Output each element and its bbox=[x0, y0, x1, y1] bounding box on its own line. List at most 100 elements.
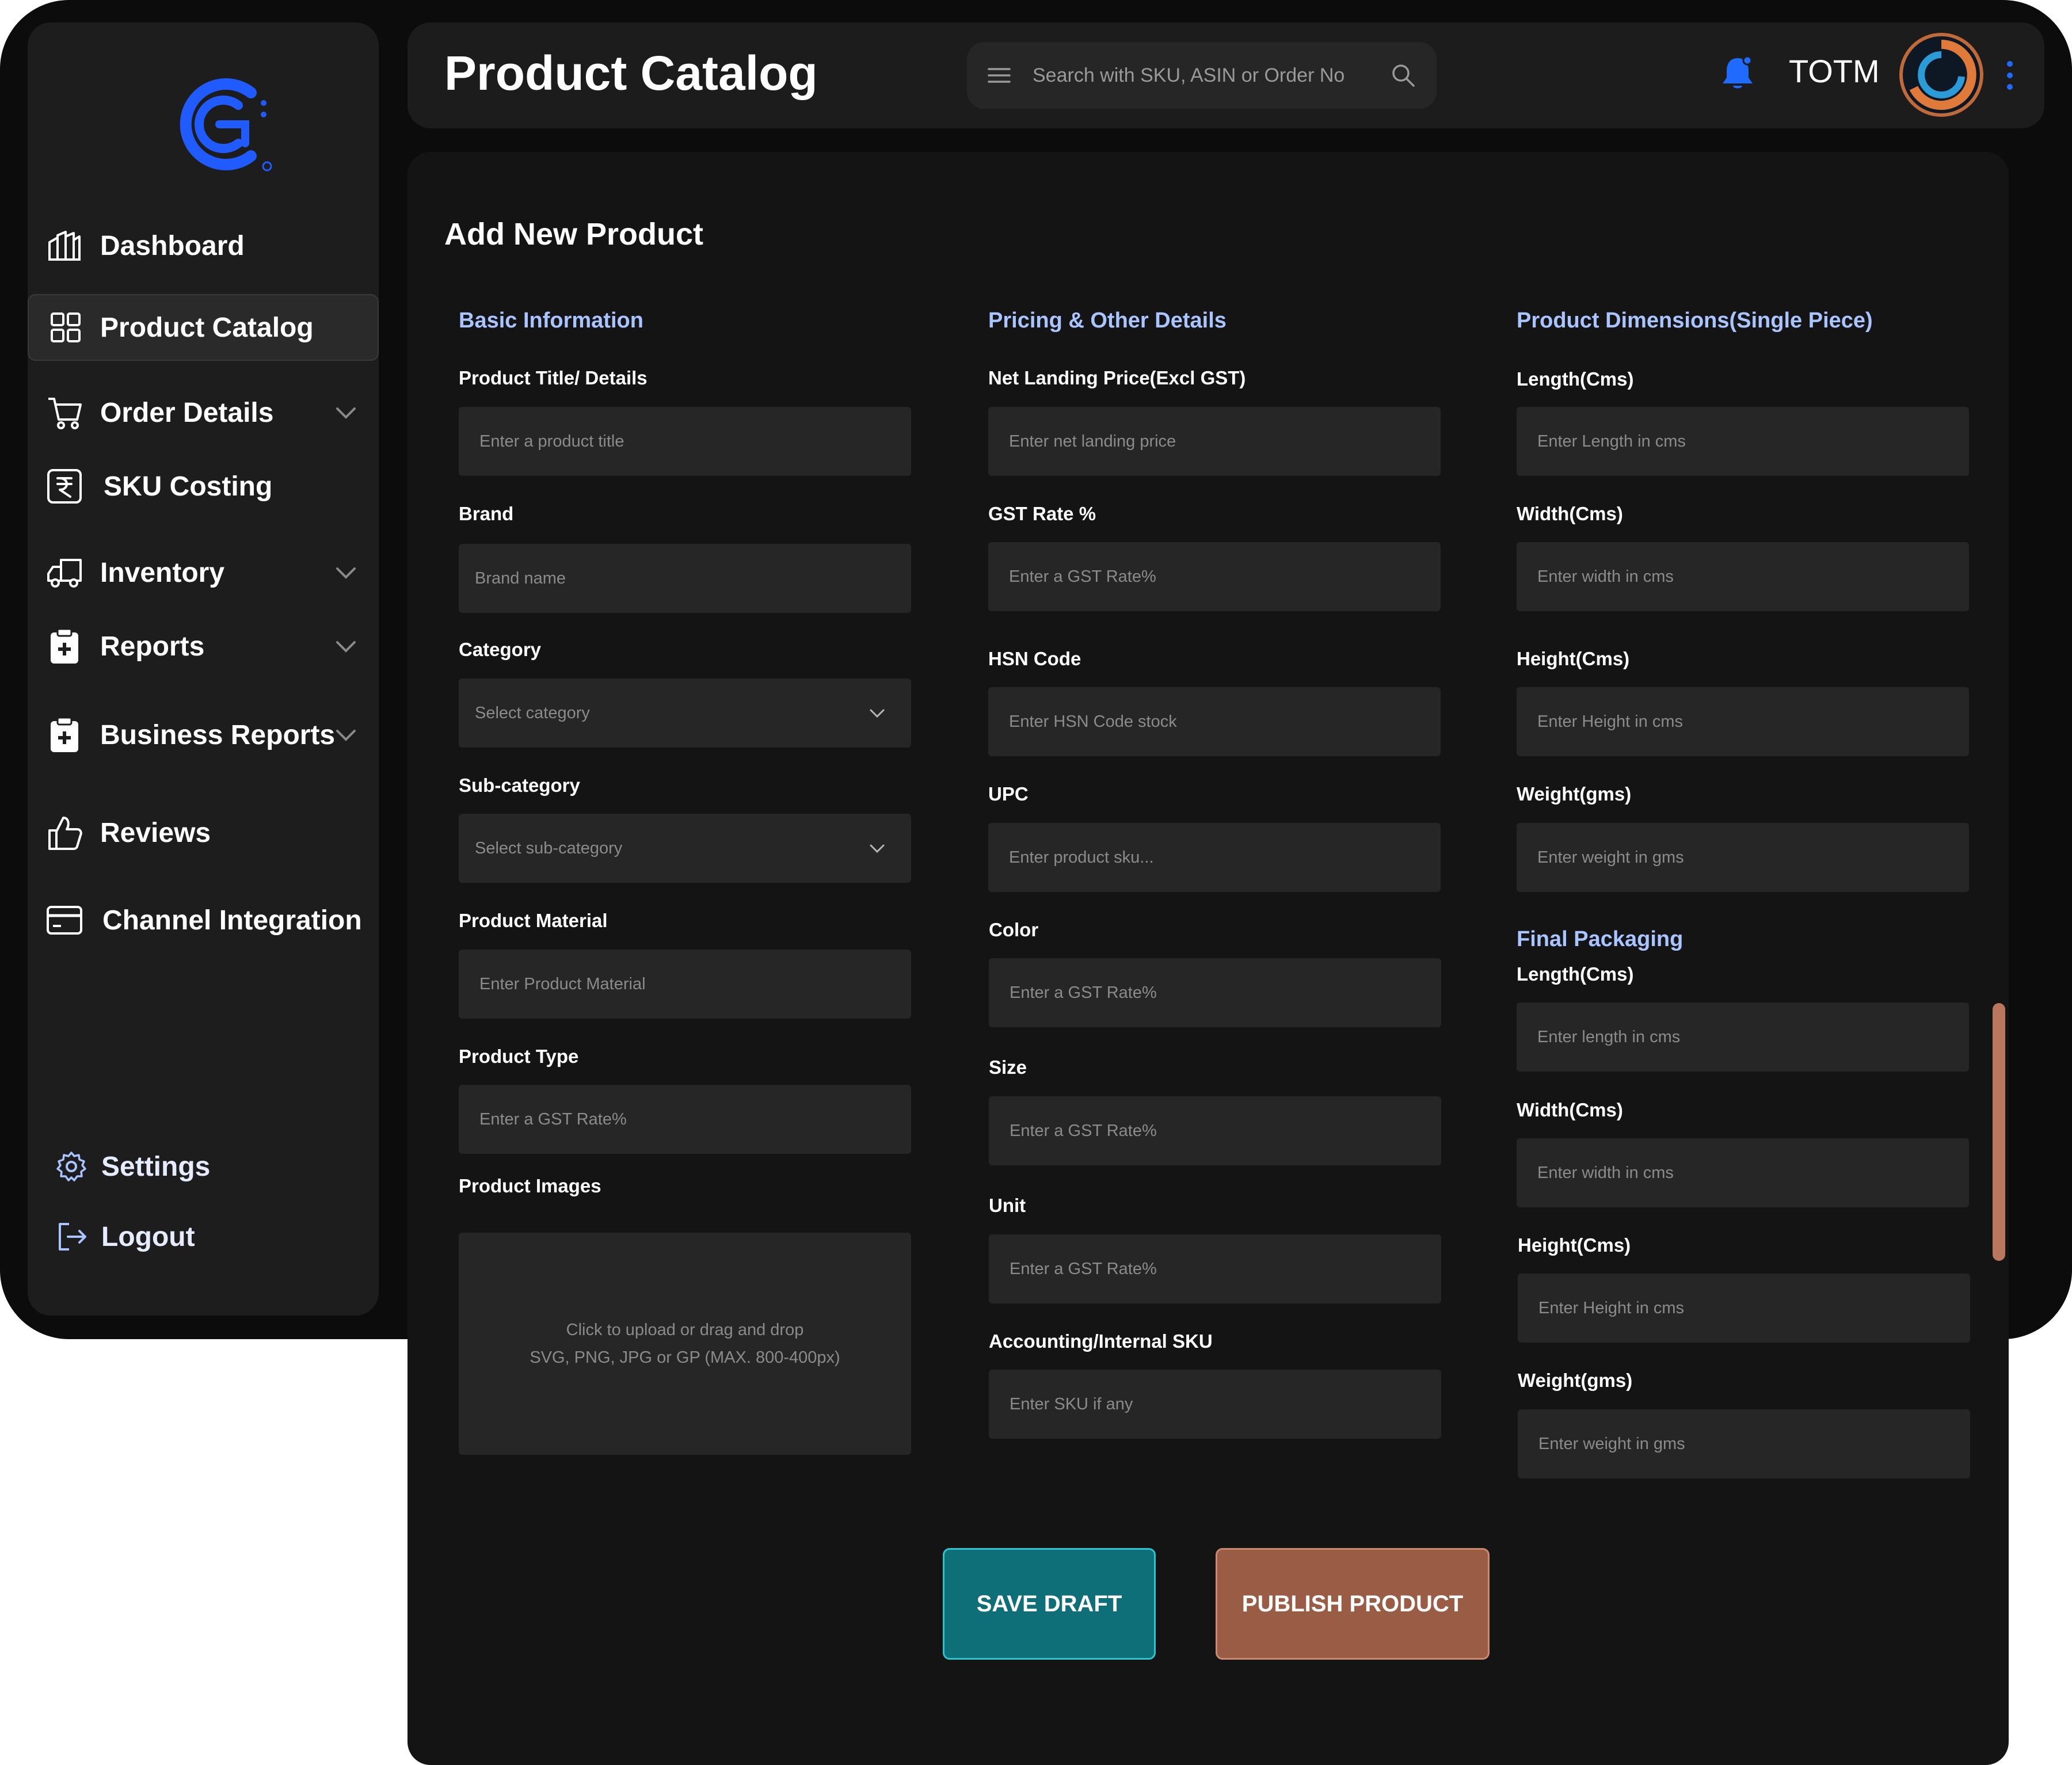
section-pricing-details: Pricing & Other Details bbox=[988, 308, 1227, 333]
scrollbar-thumb[interactable] bbox=[1993, 1003, 2005, 1261]
dimension-width-field bbox=[1517, 542, 1969, 611]
sidebar: Dashboard Product Catalog Order Details … bbox=[28, 22, 379, 1316]
truck-icon bbox=[46, 554, 83, 591]
logout-icon bbox=[53, 1218, 90, 1255]
size-field bbox=[989, 1096, 1441, 1165]
sidebar-item-label: Logout bbox=[101, 1221, 195, 1252]
dimension-width-label: Width(Cms) bbox=[1517, 503, 1623, 524]
sidebar-item-business-reports[interactable]: Business Reports bbox=[28, 702, 379, 768]
color-input[interactable] bbox=[989, 958, 1441, 1027]
chevron-down-icon[interactable] bbox=[869, 840, 886, 857]
chevron-down-icon[interactable] bbox=[334, 561, 358, 585]
sidebar-item-label: Settings bbox=[101, 1151, 211, 1182]
packaging-length-input[interactable] bbox=[1517, 1002, 1969, 1072]
gst-rate-input[interactable] bbox=[988, 542, 1441, 611]
publish-product-button[interactable]: PUBLISH PRODUCT bbox=[1216, 1548, 1490, 1660]
sidebar-item-label: Order Details bbox=[100, 397, 274, 428]
net-landing-price-input[interactable] bbox=[988, 407, 1441, 476]
save-draft-button[interactable]: SAVE DRAFT bbox=[943, 1548, 1156, 1660]
sidebar-item-reports[interactable]: Reports bbox=[28, 613, 379, 680]
dashboard-icon bbox=[46, 227, 83, 264]
packaging-width-field bbox=[1517, 1138, 1969, 1207]
packaging-width-input[interactable] bbox=[1517, 1138, 1969, 1207]
packaging-height-input[interactable] bbox=[1518, 1274, 1970, 1343]
product-material-label: Product Material bbox=[459, 910, 608, 931]
upload-instruction: Click to upload or drag and drop bbox=[566, 1321, 804, 1339]
sidebar-item-settings[interactable]: Settings bbox=[28, 1133, 379, 1200]
unit-field bbox=[989, 1234, 1441, 1303]
product-type-field bbox=[459, 1085, 911, 1154]
sidebar-item-channel-integration[interactable]: Channel Integration bbox=[28, 887, 379, 954]
hsn-code-input[interactable] bbox=[988, 687, 1441, 756]
sub-category-input[interactable] bbox=[459, 814, 911, 883]
page-title: Product Catalog bbox=[444, 46, 818, 100]
size-label: Size bbox=[989, 1057, 1027, 1078]
grid-icon bbox=[47, 309, 84, 346]
card-icon bbox=[46, 902, 83, 939]
sidebar-item-label: Reports bbox=[100, 631, 205, 662]
packaging-weight-field bbox=[1518, 1409, 1970, 1478]
sidebar-item-order-details[interactable]: Order Details bbox=[28, 379, 379, 446]
search-input[interactable] bbox=[1031, 56, 1377, 95]
search-bar bbox=[967, 42, 1437, 109]
sidebar-item-label: Inventory bbox=[100, 557, 225, 588]
sidebar-item-label: Dashboard bbox=[100, 230, 245, 261]
clipboard-plus-icon bbox=[46, 716, 83, 753]
clipboard-plus-icon bbox=[46, 628, 83, 665]
brand-field bbox=[459, 544, 911, 613]
product-material-input[interactable] bbox=[459, 950, 911, 1019]
sidebar-item-label: Channel Integration bbox=[102, 905, 362, 936]
size-input[interactable] bbox=[989, 1096, 1441, 1165]
dimension-width-input[interactable] bbox=[1517, 542, 1969, 611]
dimension-weight-input[interactable] bbox=[1517, 823, 1969, 892]
sidebar-item-logout[interactable]: Logout bbox=[28, 1203, 379, 1270]
sidebar-item-dashboard[interactable]: Dashboard bbox=[28, 212, 379, 279]
image-upload-dropzone[interactable]: Click to upload or drag and drop SVG, PN… bbox=[459, 1233, 911, 1455]
more-options-icon[interactable] bbox=[2005, 59, 2014, 92]
section-final-packaging: Final Packaging bbox=[1517, 927, 1684, 951]
product-title-input[interactable] bbox=[459, 407, 911, 476]
section-product-dimensions: Product Dimensions(Single Piece) bbox=[1517, 308, 1873, 333]
sub-category-label: Sub-category bbox=[459, 775, 580, 796]
chevron-down-icon[interactable] bbox=[869, 705, 886, 722]
menu-icon[interactable] bbox=[988, 64, 1011, 87]
dimension-length-input[interactable] bbox=[1517, 407, 1969, 476]
chevron-down-icon[interactable] bbox=[334, 401, 358, 425]
packaging-length-label: Length(Cms) bbox=[1517, 963, 1634, 985]
bell-icon[interactable] bbox=[1720, 55, 1755, 92]
product-title-label: Product Title/ Details bbox=[459, 367, 648, 388]
internal-sku-label: Accounting/Internal SKU bbox=[989, 1331, 1213, 1352]
color-field bbox=[989, 958, 1441, 1027]
sidebar-item-reviews[interactable]: Reviews bbox=[28, 799, 379, 866]
category-select[interactable] bbox=[459, 678, 911, 748]
chevron-down-icon[interactable] bbox=[334, 634, 358, 658]
chevron-down-icon[interactable] bbox=[334, 723, 358, 747]
product-type-input[interactable] bbox=[459, 1085, 911, 1154]
form-heading: Add New Product bbox=[444, 217, 704, 251]
upc-field bbox=[988, 823, 1441, 892]
unit-input[interactable] bbox=[989, 1234, 1441, 1303]
search-icon[interactable] bbox=[1391, 63, 1416, 88]
sidebar-item-sku-costing[interactable]: SKU Costing bbox=[28, 453, 379, 520]
dimension-height-input[interactable] bbox=[1517, 687, 1969, 756]
hsn-code-field bbox=[988, 687, 1441, 756]
packaging-length-field bbox=[1517, 1002, 1969, 1072]
upc-label: UPC bbox=[988, 783, 1029, 805]
category-input[interactable] bbox=[459, 678, 911, 748]
packaging-weight-label: Weight(gms) bbox=[1518, 1370, 1633, 1391]
internal-sku-input[interactable] bbox=[989, 1370, 1441, 1439]
brand-input[interactable] bbox=[459, 544, 911, 613]
sidebar-item-label: Business Reports bbox=[100, 719, 336, 750]
product-title-field bbox=[459, 407, 911, 476]
dimension-length-label: Length(Cms) bbox=[1517, 368, 1634, 390]
packaging-weight-input[interactable] bbox=[1518, 1409, 1970, 1478]
avatar[interactable] bbox=[1898, 32, 1985, 118]
category-label: Category bbox=[459, 639, 542, 660]
upc-input[interactable] bbox=[988, 823, 1441, 892]
sidebar-item-product-catalog[interactable]: Product Catalog bbox=[28, 294, 379, 361]
net-landing-price-label: Net Landing Price(Excl GST) bbox=[988, 367, 1246, 388]
sub-category-select[interactable] bbox=[459, 814, 911, 883]
thumbs-up-icon bbox=[46, 814, 83, 851]
sidebar-item-inventory[interactable]: Inventory bbox=[28, 539, 379, 606]
add-product-panel: Add New Product Basic Information Produc… bbox=[407, 152, 2009, 1765]
